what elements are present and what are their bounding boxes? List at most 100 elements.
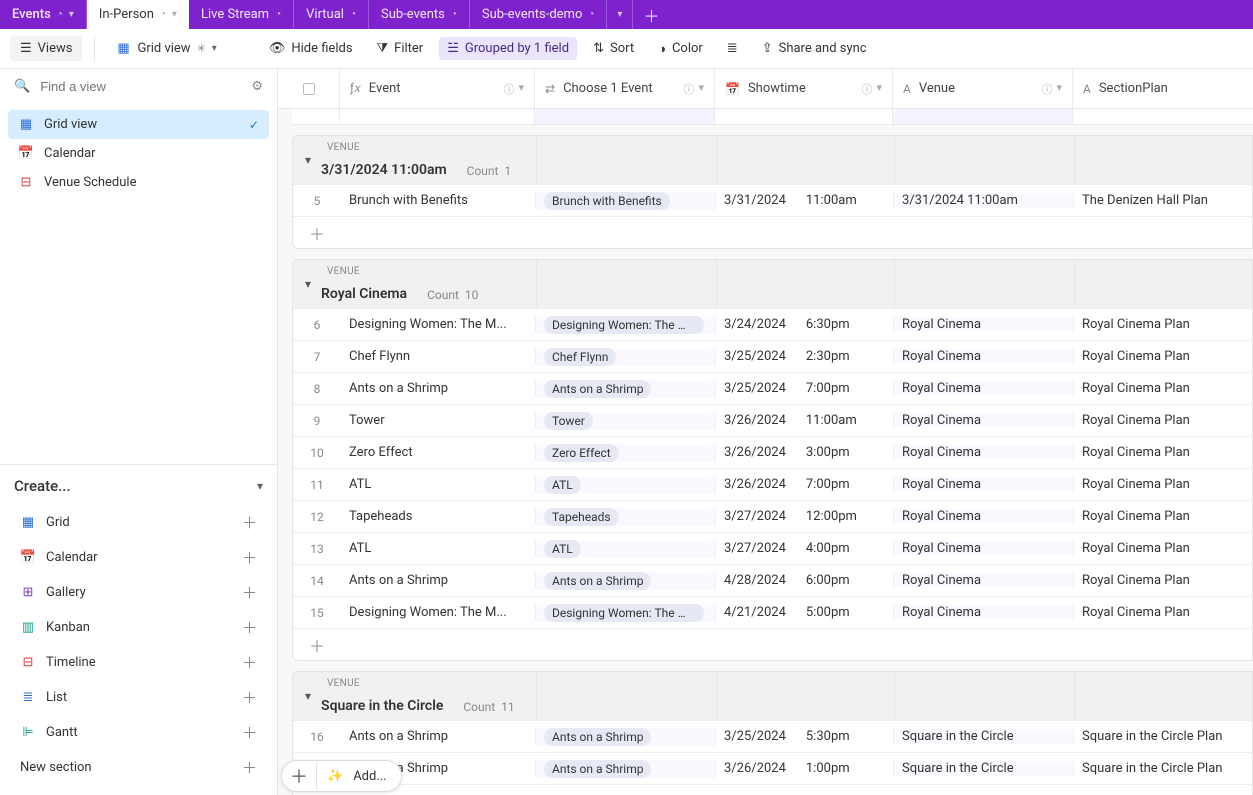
cell-choose-event[interactable]: Tower — [536, 412, 716, 430]
group-header[interactable]: ▾ VENUE Square in the Circle Count 11 — [293, 672, 1252, 720]
linked-record-pill[interactable]: Tower — [544, 412, 593, 430]
column-venue[interactable]: A Venue ⓘ▾ — [893, 69, 1073, 108]
cell-choose-event[interactable]: ATL — [536, 540, 716, 558]
tab-sub-events[interactable]: Sub-events ◔ — [369, 0, 470, 29]
tab-virtual[interactable]: Virtual ◔ — [294, 0, 369, 29]
group-header[interactable]: ▾ VENUE Royal Cinema Count 10 — [293, 260, 1252, 308]
cell-event[interactable]: Zero Effect — [341, 445, 536, 460]
cell-event[interactable]: Tower — [341, 413, 536, 428]
select-all-column[interactable] — [278, 69, 340, 108]
cell-sectionplan[interactable]: Royal Cinema Plan — [1074, 349, 1252, 364]
linked-record-pill[interactable]: Designing Women: The Movi — [544, 604, 704, 622]
table-row[interactable]: 17 Ants on a Shrimp Ants on a Shrimp 3/2… — [293, 752, 1252, 784]
new-section-row[interactable]: New section ＋ — [14, 750, 263, 785]
cell-sectionplan[interactable]: Square in the Circle Plan — [1074, 761, 1252, 776]
tab-overflow[interactable]: ▾ — [607, 0, 633, 29]
table-row[interactable]: 6 Designing Women: The M... Designing Wo… — [293, 308, 1252, 340]
share-sync-button[interactable]: ⇪ Share and sync — [754, 37, 875, 60]
linked-record-pill[interactable]: ATL — [544, 540, 581, 558]
color-button[interactable]: ◑ Color — [650, 37, 711, 61]
cell-choose-event[interactable]: Zero Effect — [536, 444, 716, 462]
cell-event[interactable]: Designing Women: The M... — [341, 317, 536, 332]
table-row[interactable]: 9 Tower Tower 3/26/202411:00am Royal Cin… — [293, 404, 1252, 436]
tab-in-person[interactable]: In-Person ◔ ▾ — [87, 0, 189, 29]
group-header[interactable]: ▾ VENUE 3/31/2024 11:00am Count 1 — [293, 136, 1252, 184]
grid-view-selector[interactable]: ▦ Grid view ✳ ▾ — [107, 37, 224, 60]
cell-sectionplan[interactable]: Royal Cinema Plan — [1074, 573, 1252, 588]
cell-sectionplan[interactable]: Royal Cinema Plan — [1074, 605, 1252, 620]
add-table-button[interactable]: ＋ — [633, 0, 669, 29]
search-input[interactable] — [40, 79, 241, 94]
group-button[interactable]: ☱ Grouped by 1 field — [439, 37, 577, 60]
create-view-row[interactable]: ≣List＋ — [14, 680, 263, 715]
table-row[interactable]: 10 Zero Effect Zero Effect 3/26/20243:00… — [293, 436, 1252, 468]
cell-venue[interactable]: Royal Cinema — [894, 509, 1074, 524]
cell-event[interactable]: Chef Flynn — [341, 349, 536, 364]
create-header[interactable]: Create... ▾ — [14, 477, 263, 495]
cell-venue[interactable]: Square in the Circle — [894, 729, 1074, 744]
gear-icon[interactable]: ⚙ — [251, 79, 263, 94]
linked-record-pill[interactable]: Ants on a Shrimp — [544, 572, 651, 590]
cell-choose-event[interactable]: Ants on a Shrimp — [536, 728, 716, 746]
cell-event[interactable]: Designing Women: The M... — [341, 605, 536, 620]
cell-sectionplan[interactable]: Royal Cinema Plan — [1074, 445, 1252, 460]
filter-button[interactable]: ⧩ Filter — [369, 37, 432, 60]
cell-event[interactable]: ATL — [341, 541, 536, 556]
cell-event[interactable]: Ants on a Shrimp — [341, 381, 536, 396]
cell-showtime[interactable]: 3/26/20243:00pm — [716, 445, 894, 460]
column-event[interactable]: ƒ𝑥 Event ⓘ▾ — [340, 69, 535, 108]
cell-venue[interactable]: Royal Cinema — [894, 413, 1074, 428]
cell-showtime[interactable]: 3/27/20244:00pm — [716, 541, 894, 556]
table-row[interactable]: 14 Ants on a Shrimp Ants on a Shrimp 4/2… — [293, 564, 1252, 596]
add-row[interactable]: ＋ — [293, 784, 1252, 795]
cell-event[interactable]: Ants on a Shrimp — [341, 729, 536, 744]
cell-showtime[interactable]: 3/24/20246:30pm — [716, 317, 894, 332]
cell-sectionplan[interactable]: The Denizen Hall Plan — [1074, 193, 1252, 208]
linked-record-pill[interactable]: Designing Women: The Movi — [544, 316, 704, 334]
cell-event[interactable]: Tapeheads — [341, 509, 536, 524]
cell-showtime[interactable]: 3/25/20245:30pm — [716, 729, 894, 744]
create-view-row[interactable]: ▦Grid＋ — [14, 505, 263, 540]
table-row[interactable]: 12 Tapeheads Tapeheads 3/27/202412:00pm … — [293, 500, 1252, 532]
linked-record-pill[interactable]: Ants on a Shrimp — [544, 380, 651, 398]
chevron-down-icon[interactable]: ▾ — [305, 153, 311, 167]
cell-choose-event[interactable]: ATL — [536, 476, 716, 494]
table-row[interactable]: 15 Designing Women: The M... Designing W… — [293, 596, 1252, 628]
table-row[interactable]: 8 Ants on a Shrimp Ants on a Shrimp 3/25… — [293, 372, 1252, 404]
create-view-row[interactable]: ⊞Gallery＋ — [14, 575, 263, 610]
cell-showtime[interactable]: 3/25/20242:30pm — [716, 349, 894, 364]
cell-venue[interactable]: Royal Cinema — [894, 445, 1074, 460]
cell-sectionplan[interactable]: Royal Cinema Plan — [1074, 317, 1252, 332]
cell-choose-event[interactable]: Designing Women: The Movi — [536, 604, 716, 622]
sidebar-view-item[interactable]: 📅Calendar — [8, 139, 269, 168]
table-row[interactable]: 16 Ants on a Shrimp Ants on a Shrimp 3/2… — [293, 720, 1252, 752]
cell-showtime[interactable]: 3/26/202411:00am — [716, 413, 894, 428]
cell-sectionplan[interactable]: Royal Cinema Plan — [1074, 477, 1252, 492]
cell-sectionplan[interactable]: Royal Cinema Plan — [1074, 541, 1252, 556]
add-row[interactable]: ＋ — [293, 216, 1252, 248]
cell-showtime[interactable]: 3/26/20241:00pm — [716, 761, 894, 776]
sidebar-view-item[interactable]: ⊟Venue Schedule — [8, 168, 269, 197]
cell-venue[interactable]: Royal Cinema — [894, 317, 1074, 332]
cell-venue[interactable]: Royal Cinema — [894, 605, 1074, 620]
column-showtime[interactable]: 📅 Showtime ⓘ▾ — [715, 69, 893, 108]
cell-choose-event[interactable]: Brunch with Benefits — [536, 192, 716, 210]
cell-showtime[interactable]: 4/28/20246:00pm — [716, 573, 894, 588]
cell-sectionplan[interactable]: Royal Cinema Plan — [1074, 413, 1252, 428]
column-choose-event[interactable]: ⇄ Choose 1 Event ⓘ▾ — [535, 69, 715, 108]
cell-event[interactable]: Ants on a Shrimp — [341, 573, 536, 588]
cell-venue[interactable]: Royal Cinema — [894, 349, 1074, 364]
create-view-row[interactable]: ⊟Timeline＋ — [14, 645, 263, 680]
cell-choose-event[interactable]: Ants on a Shrimp — [536, 760, 716, 778]
column-sectionplan[interactable]: A SectionPlan — [1073, 69, 1253, 108]
table-row[interactable]: 13 ATL ATL 3/27/20244:00pm Royal Cinema … — [293, 532, 1252, 564]
row-height-button[interactable]: ≣ — [719, 37, 746, 60]
create-view-row[interactable]: ▥Kanban＋ — [14, 610, 263, 645]
cell-showtime[interactable]: 4/21/20245:00pm — [716, 605, 894, 620]
cell-showtime[interactable]: 3/31/202411:00am — [716, 193, 894, 208]
linked-record-pill[interactable]: Ants on a Shrimp — [544, 728, 651, 746]
cell-venue[interactable]: Royal Cinema — [894, 541, 1074, 556]
sidebar-view-item[interactable]: ▦Grid view✓ — [8, 110, 269, 139]
cell-choose-event[interactable]: Ants on a Shrimp — [536, 380, 716, 398]
cell-event[interactable]: ATL — [341, 477, 536, 492]
